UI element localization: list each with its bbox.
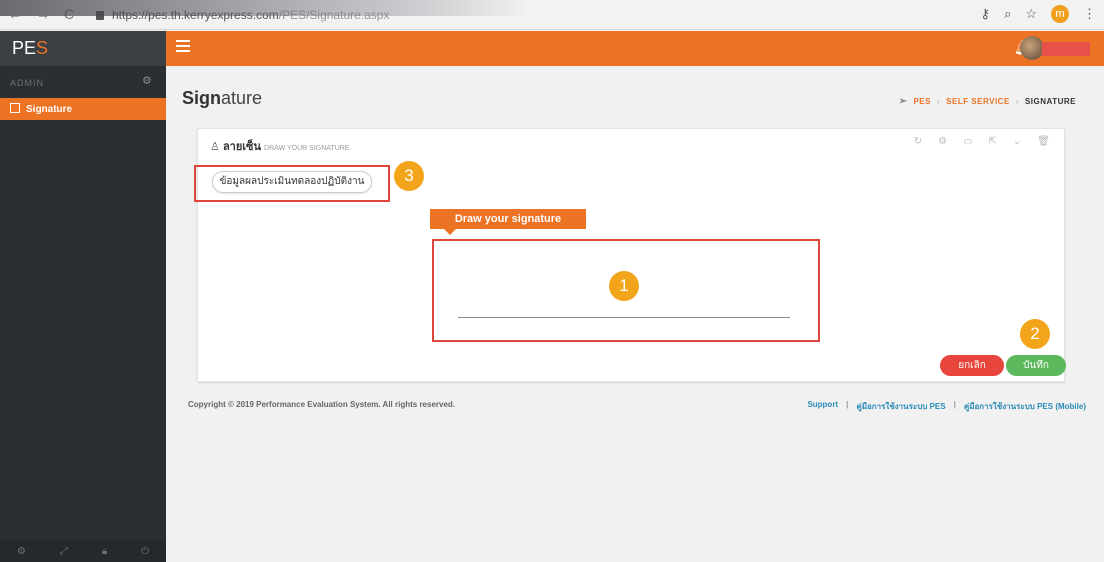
link-separator: |	[953, 400, 956, 409]
collapse-icon[interactable]: ⌄	[1013, 136, 1021, 147]
signature-baseline	[458, 317, 790, 318]
breadcrumb-separator: ›	[1015, 97, 1019, 106]
expand-icon[interactable]: ⇱	[989, 136, 997, 147]
sidebar-footer: ⚙ ⤢ 🔒︎ ⏻	[0, 540, 166, 562]
breadcrumb-pes[interactable]: PES	[913, 97, 931, 106]
highlight-box-3	[194, 165, 390, 202]
hamburger-icon[interactable]	[176, 40, 190, 54]
power-icon[interactable]: ⏻	[141, 546, 149, 557]
browser-actions: ⚷ ⌕ ☆ m ⋮	[981, 5, 1096, 23]
manual-mobile-link[interactable]: คู่มือการใช้งานระบบ PES (Mobile)	[964, 400, 1086, 413]
key-icon[interactable]: ⚷	[981, 6, 991, 22]
settings-icon[interactable]: ⚙	[17, 546, 26, 557]
redacted-username[interactable]	[1042, 42, 1090, 56]
gear-icon[interactable]: ⚙	[142, 74, 152, 87]
sidebar-item-label: Signature	[26, 104, 73, 115]
signature-card: ♙ ลายเซ็น DRAW YOUR SIGNATURE. ↻ ⚙ ▭ ⇱ ⌄ …	[194, 128, 1066, 382]
lock-icon[interactable]: 🔒︎	[102, 546, 107, 557]
annotation-badge-1: 1	[609, 271, 639, 301]
page-title: Signature	[182, 88, 263, 108]
profile-avatar[interactable]: m	[1051, 5, 1069, 23]
app-header: PES 🔔︎0	[0, 31, 1104, 66]
blurred-overlay	[0, 0, 530, 16]
menu-icon[interactable]: ⋮	[1083, 6, 1096, 22]
zoom-icon[interactable]: ⌕	[1004, 6, 1011, 22]
link-separator: |	[846, 400, 849, 409]
signature-label-pointer	[444, 229, 456, 235]
sidebar: ADMIN ⚙ Signature ⚙ ⤢ 🔒︎ ⏻	[0, 66, 166, 562]
fullscreen-icon[interactable]: ⤢	[60, 546, 68, 557]
brand-logo[interactable]: PES	[0, 31, 166, 66]
annotation-badge-3: 3	[394, 161, 424, 191]
trash-icon[interactable]: 🗑︎	[1037, 136, 1050, 147]
copyright-text: Copyright © 2019 Performance Evaluation …	[188, 400, 456, 409]
main-content: Signature ➢ PES › SELF SERVICE › SIGNATU…	[166, 66, 1104, 562]
footer-links: Support | คู่มือการใช้งานระบบ PES | คู่ม…	[807, 400, 1086, 413]
cog-icon[interactable]: ⚙	[938, 136, 947, 147]
card-subtitle: DRAW YOUR SIGNATURE.	[264, 145, 352, 152]
edit-icon	[10, 103, 20, 113]
sidebar-item-signature[interactable]: Signature	[0, 98, 166, 120]
user-avatar[interactable]	[1020, 36, 1044, 60]
breadcrumb-signature: SIGNATURE	[1024, 97, 1076, 106]
breadcrumb-self-service[interactable]: SELF SERVICE	[946, 97, 1010, 106]
support-link[interactable]: Support	[807, 400, 838, 413]
user-icon: ♙	[210, 141, 220, 153]
cancel-button[interactable]: ยกเลิก	[940, 355, 1004, 376]
browser-toolbar: ← → C https://pes.th.kerryexpress.com/PE…	[0, 0, 1104, 30]
breadcrumb: ➢ PES › SELF SERVICE › SIGNATURE	[899, 96, 1076, 107]
sidebar-role: ADMIN	[10, 78, 44, 88]
window-icon[interactable]: ▭	[963, 136, 972, 147]
save-button[interactable]: บันทึก	[1006, 355, 1066, 376]
annotation-badge-2: 2	[1020, 319, 1050, 349]
signature-label: Draw your signature	[430, 209, 586, 229]
breadcrumb-separator: ›	[936, 97, 941, 106]
manual-link[interactable]: คู่มือการใช้งานระบบ PES	[856, 400, 945, 413]
star-icon[interactable]: ☆	[1025, 6, 1037, 22]
card-title: ♙ ลายเซ็น DRAW YOUR SIGNATURE.	[210, 141, 352, 153]
card-toolbar: ↻ ⚙ ▭ ⇱ ⌄ 🗑︎	[914, 136, 1050, 147]
refresh-icon[interactable]: ↻	[914, 136, 922, 147]
navigation-icon: ➢	[898, 96, 908, 107]
